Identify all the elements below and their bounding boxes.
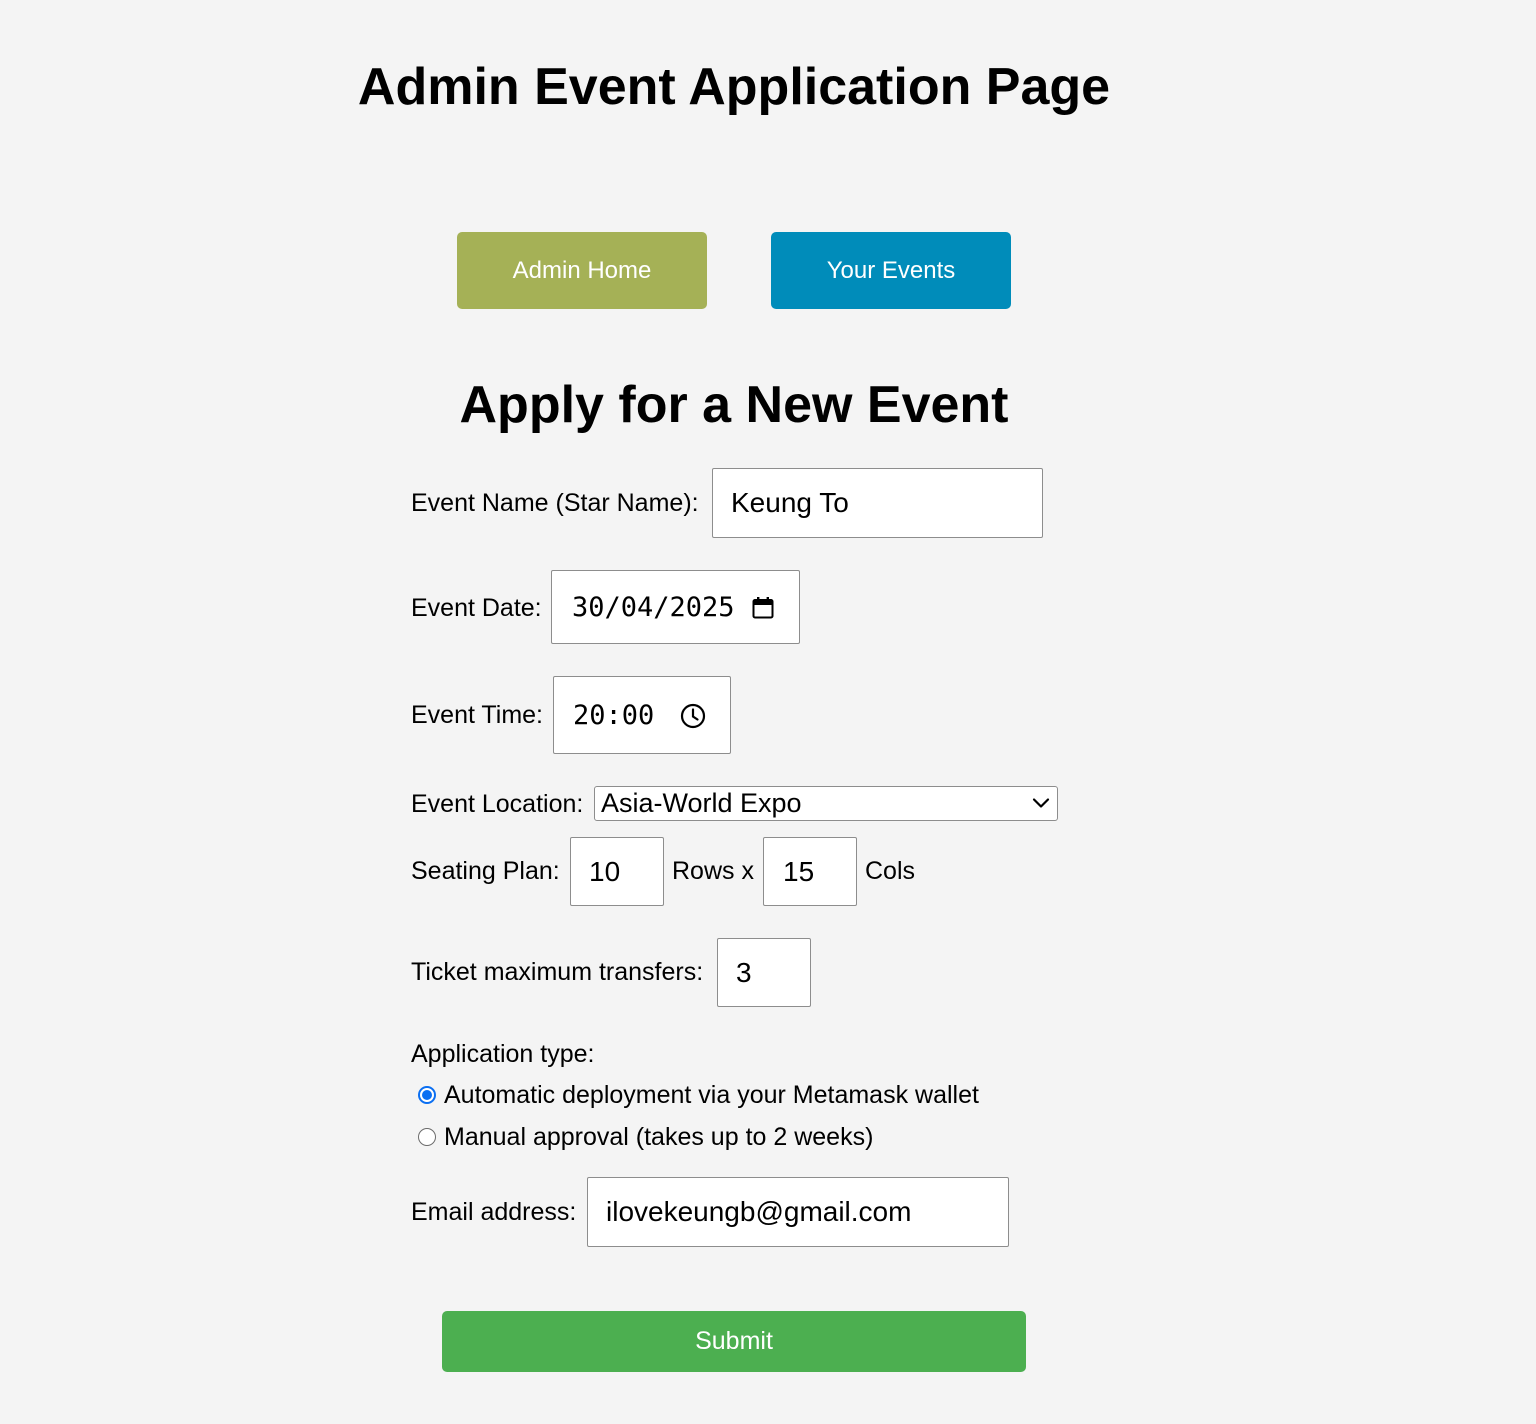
- admin-home-button[interactable]: Admin Home: [457, 232, 707, 309]
- event-date-input[interactable]: 30/04/2025: [551, 570, 800, 644]
- chevron-down-icon: [1032, 796, 1050, 815]
- max-transfers-input[interactable]: 3: [717, 938, 811, 1007]
- event-location-label: Event Location:: [411, 790, 584, 818]
- radio-manual[interactable]: [418, 1128, 436, 1146]
- seating-plan-label: Seating Plan:: [411, 857, 560, 885]
- radio-automatic-label: Automatic deployment via your Metamask w…: [444, 1081, 979, 1109]
- seating-cols-input[interactable]: 15: [763, 837, 857, 906]
- event-date-label: Event Date:: [411, 594, 542, 622]
- application-type-label: Application type:: [411, 1040, 595, 1068]
- event-time-label: Event Time:: [411, 701, 543, 729]
- calendar-icon[interactable]: [751, 596, 775, 625]
- event-name-label: Event Name (Star Name):: [411, 489, 699, 517]
- your-events-button[interactable]: Your Events: [771, 232, 1011, 309]
- seating-cols-value: 15: [783, 855, 815, 887]
- max-transfers-value: 3: [736, 956, 752, 988]
- email-value: ilovekeungb@gmail.com: [606, 1196, 912, 1227]
- radio-manual-label: Manual approval (takes up to 2 weeks): [444, 1123, 874, 1151]
- event-name-input[interactable]: Keung To: [712, 468, 1043, 538]
- max-transfers-label: Ticket maximum transfers:: [411, 958, 704, 986]
- seating-rows-input[interactable]: 10: [570, 837, 664, 906]
- rows-label: Rows x: [672, 857, 754, 885]
- event-location-value: Asia-World Expo: [601, 788, 802, 818]
- clock-icon[interactable]: [680, 703, 706, 734]
- cols-label: Cols: [865, 857, 916, 885]
- application-type-option-automatic[interactable]: Automatic deployment via your Metamask w…: [418, 1080, 979, 1110]
- form-title: Apply for a New Event: [459, 376, 1009, 434]
- event-location-select[interactable]: Asia-World Expo: [594, 786, 1058, 821]
- event-name-value: Keung To: [731, 487, 849, 518]
- radio-automatic[interactable]: [418, 1086, 436, 1104]
- page-title: Admin Event Application Page: [357, 58, 1111, 116]
- seating-rows-value: 10: [589, 855, 621, 887]
- application-type-option-manual[interactable]: Manual approval (takes up to 2 weeks): [418, 1122, 873, 1152]
- email-label: Email address:: [411, 1198, 577, 1226]
- email-field[interactable]: ilovekeungb@gmail.com: [587, 1177, 1009, 1247]
- event-date-value: 30/04/2025: [572, 591, 735, 623]
- event-time-value: 20:00: [573, 699, 655, 731]
- submit-button[interactable]: Submit: [442, 1311, 1026, 1372]
- event-time-input[interactable]: 20:00: [553, 676, 731, 754]
